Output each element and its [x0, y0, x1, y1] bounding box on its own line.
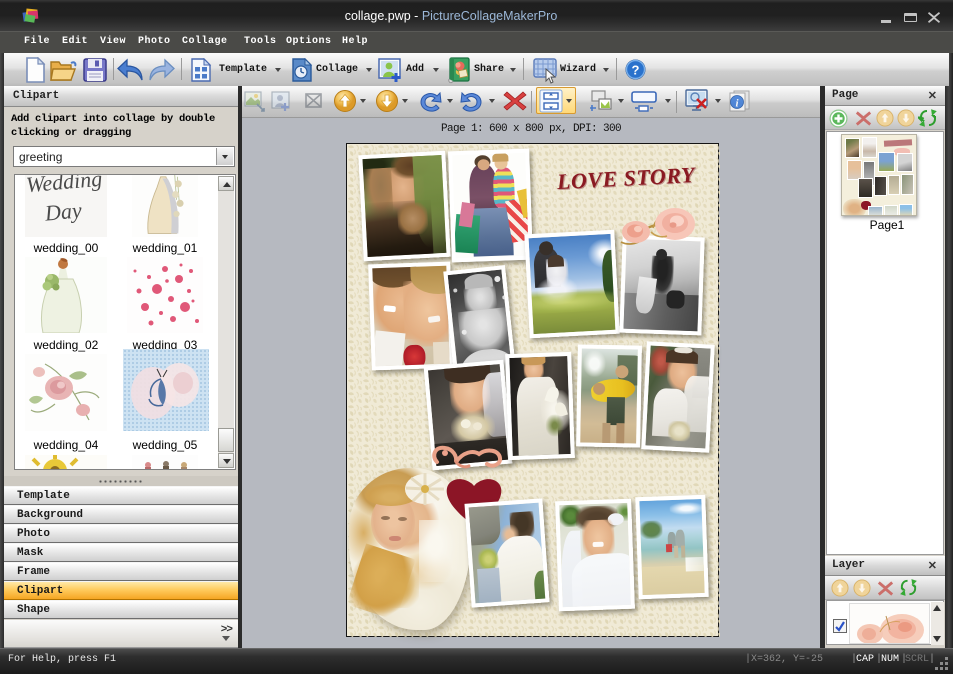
svg-text:?: ? [632, 63, 640, 78]
